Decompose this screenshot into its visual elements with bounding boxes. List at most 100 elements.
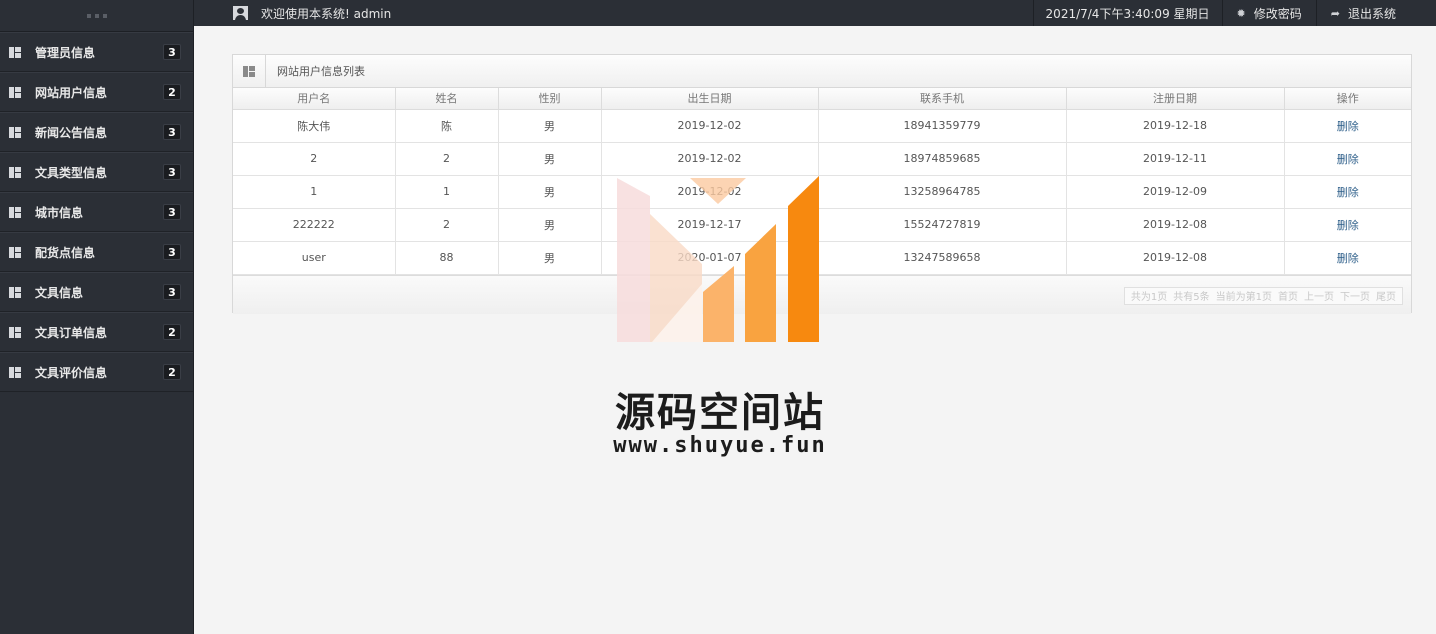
sidebar-item-label: 城市信息 <box>35 205 84 220</box>
logout-button[interactable]: ➦ 退出系统 <box>1315 0 1436 26</box>
grid-icon <box>9 286 21 298</box>
sidebar-item[interactable]: 城市信息 3 <box>0 192 193 232</box>
sidebar-item-label: 配货点信息 <box>35 245 96 260</box>
pager-info: 当前为第1页 <box>1215 292 1272 303</box>
datetime-text: 2021/7/4下午3:40:09 星期日 <box>1045 6 1210 21</box>
gear-icon: ✹ <box>1236 6 1246 20</box>
table-cell: 18974859685 <box>817 141 1067 176</box>
table-cell: 删除 <box>1283 141 1411 176</box>
table-cell: 13247589658 <box>817 240 1067 275</box>
sidebar-item-label: 管理员信息 <box>35 45 96 60</box>
table-cell: 2019-12-08 <box>1065 207 1285 242</box>
grid-icon <box>9 246 21 258</box>
table-cell: 男 <box>497 207 602 242</box>
pager-link[interactable]: 下一页 <box>1340 288 1370 303</box>
table-cell: 2 <box>394 141 499 176</box>
count-badge: 3 <box>163 164 181 180</box>
grid-icon <box>9 206 21 218</box>
count-badge: 2 <box>163 364 181 380</box>
table-header-row: 用户名 姓名 性别 出生日期 联系手机 注册日期 操作 <box>233 88 1411 110</box>
table-cell: 陈 <box>394 108 499 143</box>
table-cell: 2019-12-11 <box>1065 141 1285 176</box>
panel-header: 网站用户信息列表 <box>233 55 1411 88</box>
column-header: 联系手机 <box>817 88 1067 110</box>
count-badge: 2 <box>163 324 181 340</box>
table-cell: 2 <box>233 141 396 176</box>
table-cell: 删除 <box>1283 108 1411 143</box>
sidebar-item[interactable]: 文具订单信息 2 <box>0 312 193 352</box>
sidebar-item-label: 文具订单信息 <box>35 325 108 340</box>
delete-link[interactable]: 删除 <box>1337 186 1359 199</box>
pager-link[interactable]: 尾页 <box>1376 288 1396 303</box>
sidebar-item-label: 网站用户信息 <box>35 85 108 100</box>
table-cell: 15524727819 <box>817 207 1067 242</box>
share-arrow-icon: ➦ <box>1330 6 1340 20</box>
table-body: 陈大伟陈男 2019-12-02 18941359779 2019-12-18 删除 2 2… <box>233 108 1411 275</box>
column-header: 性别 <box>497 88 602 110</box>
table-row: 1 1 男 2019-12-02 13258964785 2019-12-09 删除 <box>233 174 1411 209</box>
delete-link[interactable]: 删除 <box>1337 252 1359 265</box>
grid-icon <box>9 46 21 58</box>
grid-icon <box>9 86 21 98</box>
table-row: 陈大伟陈男 2019-12-02 18941359779 2019-12-18 删除 <box>233 108 1411 143</box>
table-cell: 88 <box>394 240 499 275</box>
sidebar-item[interactable]: 新闻公告信息 3 <box>0 112 193 152</box>
grid-icon <box>9 366 21 378</box>
top-bar: 欢迎使用本系统! admin 2021/7/4下午3:40:09 星期日 ✹ 修… <box>194 0 1436 26</box>
pagination: 共为1页 共有5条 当前为第1页 首页 上一页 下一页 尾页 <box>1123 286 1403 305</box>
sidebar-item-label: 新闻公告信息 <box>35 125 108 140</box>
pager-info: 共有5条 <box>1173 292 1210 303</box>
sidebar-item-label: 文具类型信息 <box>35 165 108 180</box>
column-header: 注册日期 <box>1065 88 1285 110</box>
table-row: 222222 2 男 2019-12-17 15524727819 2019-12-08 删… <box>233 207 1411 242</box>
table-cell: 男 <box>497 174 602 209</box>
sidebar-item[interactable]: 管理员信息 3 <box>0 32 193 72</box>
column-header: 用户名 <box>233 88 396 110</box>
change-password-label: 修改密码 <box>1253 6 1302 21</box>
table-cell: 男 <box>497 108 602 143</box>
sidebar-item[interactable]: 文具评价信息 2 <box>0 352 193 392</box>
count-badge: 3 <box>163 244 181 260</box>
sidebar-item[interactable]: 文具信息 3 <box>0 272 193 312</box>
pager-info: 共为1页 <box>1130 292 1168 303</box>
sidebar-menu: 管理员信息 3 网站用户信息 2 新闻公告信息 3 文具类型信息 3 城市信息 3 配货点信息 3 文具… <box>0 32 193 392</box>
sidebar-item[interactable]: 文具类型信息 3 <box>0 152 193 192</box>
table-cell: 删除 <box>1283 174 1411 209</box>
user-list-panel: 网站用户信息列表 用户名 姓名 性别 出生日期 联系手机 注册日期 操作 陈大伟陈男 2019… <box>232 54 1412 314</box>
delete-link[interactable]: 删除 <box>1337 219 1359 232</box>
column-header: 出生日期 <box>600 88 819 110</box>
table-cell: 2 <box>394 207 499 242</box>
delete-link[interactable]: 删除 <box>1337 120 1359 133</box>
count-badge: 3 <box>163 124 181 140</box>
delete-link[interactable]: 删除 <box>1337 153 1359 166</box>
table-cell: 2019-12-17 <box>600 207 819 242</box>
user-table: 用户名 姓名 性别 出生日期 联系手机 注册日期 操作 陈大伟陈男 2019-12-02 189… <box>233 88 1411 275</box>
change-password-button[interactable]: ✹ 修改密码 <box>1221 0 1316 26</box>
pager-link[interactable]: 首页 <box>1278 288 1298 303</box>
count-badge: 3 <box>163 204 181 220</box>
sidebar-collapse-handle[interactable] <box>0 0 193 32</box>
table-cell: 2019-12-18 <box>1065 108 1285 143</box>
table-cell: 2019-12-02 <box>600 174 819 209</box>
table-cell: 删除 <box>1283 240 1411 275</box>
sidebar-item[interactable]: 配货点信息 3 <box>0 232 193 272</box>
table-cell: 2019-12-09 <box>1065 174 1285 209</box>
table-cell: 删除 <box>1283 207 1411 242</box>
count-badge: 3 <box>163 284 181 300</box>
grid-icon <box>243 65 255 77</box>
sidebar-item-label: 文具信息 <box>35 285 84 300</box>
watermark-url: www.shuyue.fun <box>613 433 827 458</box>
table-row: 2 2 男 2019-12-02 18974859685 2019-12-11 删除 <box>233 141 1411 176</box>
pager-link[interactable]: 上一页 <box>1304 288 1334 303</box>
grid-icon <box>9 126 21 138</box>
table-cell: user <box>233 240 396 275</box>
count-badge: 3 <box>163 44 181 60</box>
column-header: 姓名 <box>394 88 499 110</box>
table-cell: 1 <box>233 174 396 209</box>
table-cell: 222222 <box>233 207 396 242</box>
table-cell: 男 <box>497 240 602 275</box>
table-cell: 2020-01-07 <box>600 240 819 275</box>
table-cell: 13258964785 <box>817 174 1067 209</box>
table-cell: 2019-12-08 <box>1065 240 1285 275</box>
sidebar-item[interactable]: 网站用户信息 2 <box>0 72 193 112</box>
